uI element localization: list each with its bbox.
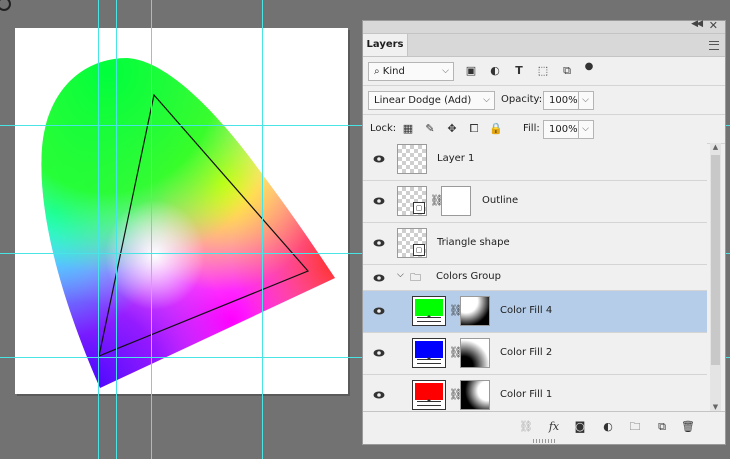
layer-name[interactable]: Layer 1 <box>437 153 474 164</box>
fill-thumbnail <box>412 296 446 326</box>
layer-row[interactable]: ▢ Triangle shape <box>363 223 707 265</box>
smart-object-badge-icon: ▢ <box>413 244 425 256</box>
lock-artboard-icon[interactable]: ⧠ <box>467 122 481 136</box>
fill-thumbnail <box>412 338 446 368</box>
guide-vertical[interactable] <box>151 0 152 459</box>
fill-field[interactable]: 100% ⌵ <box>543 120 594 139</box>
opacity-value: 100% <box>549 95 578 106</box>
filter-toggle-icon[interactable]: ● <box>582 60 596 74</box>
new-group-icon[interactable]: 🗀 <box>628 420 642 434</box>
opacity-field[interactable]: 100% ⌵ <box>543 91 594 110</box>
resize-grip[interactable] <box>533 439 555 443</box>
eye-icon[interactable] <box>373 195 385 207</box>
layer-thumbnail: ▢ <box>397 228 427 258</box>
scrollbar-thumb[interactable] <box>711 155 720 365</box>
eye-icon[interactable] <box>373 237 385 249</box>
fill-color-swatch <box>415 299 443 316</box>
panel-titlebar[interactable]: ◀◀ ✕ <box>363 19 725 34</box>
scroll-up-icon[interactable]: ▲ <box>710 143 721 153</box>
mask-thumbnail[interactable] <box>460 380 490 410</box>
layers-list: Layer 1 ▢ ⛓ Outline ▢ Triangle shape ⌵ 🗀… <box>363 139 707 415</box>
type-filter-icon[interactable]: T <box>512 64 526 78</box>
smart-object-filter-icon[interactable]: ⧉ <box>560 64 574 78</box>
guide-vertical[interactable] <box>98 0 99 459</box>
filter-kind-dropdown[interactable]: ⌕ Kind ⌵ <box>368 62 454 81</box>
mask-thumbnail[interactable] <box>441 186 471 216</box>
panel-bottom-bar: ⛓ fx ◙ ◐ 🗀 ⧉ 🗑 <box>363 411 725 444</box>
canvas-corner-marker <box>0 0 11 11</box>
eye-icon[interactable] <box>373 305 385 317</box>
opacity-label: Opacity: <box>501 94 543 105</box>
lock-image-icon[interactable]: ✎ <box>423 122 437 136</box>
layer-name[interactable]: Color Fill 4 <box>500 305 552 316</box>
blend-row: Linear Dodge (Add) ⌵ Opacity: 100% ⌵ <box>363 86 725 115</box>
adjustment-filter-icon[interactable]: ◐ <box>488 64 502 78</box>
layers-panel: ◀◀ ✕ Layers ⌕ Kind ⌵ ▣ ◐ T ⬚ ⧉ ● Linear … <box>362 19 726 445</box>
smart-object-badge-icon: ▢ <box>413 202 425 214</box>
chevron-down-icon: ⌵ <box>442 66 449 76</box>
layer-row[interactable]: ⛓ Color Fill 2 <box>363 333 707 375</box>
chromaticity-diagram <box>41 58 335 388</box>
lock-position-icon[interactable]: ✥ <box>445 122 459 136</box>
group-row[interactable]: ⌵ 🗀 Colors Group <box>363 265 707 291</box>
chevron-down-icon: ⌵ <box>483 95 490 105</box>
layer-name[interactable]: Color Fill 2 <box>500 347 552 358</box>
group-name[interactable]: Colors Group <box>436 271 501 282</box>
eye-icon[interactable] <box>373 347 385 359</box>
fill-value: 100% <box>549 124 578 135</box>
layer-name[interactable]: Outline <box>482 195 518 206</box>
layer-row-selected[interactable]: ⛓ Color Fill 4 <box>363 291 707 333</box>
trash-icon[interactable]: 🗑 <box>681 420 695 434</box>
fill-color-swatch <box>415 341 443 358</box>
fx-icon[interactable]: fx <box>547 420 561 434</box>
layer-thumbnail <box>397 144 427 174</box>
filter-kind-label: Kind <box>382 66 405 77</box>
eye-icon[interactable] <box>373 389 385 401</box>
panel-menu-icon[interactable] <box>709 41 719 50</box>
blend-mode-value: Linear Dodge (Add) <box>374 95 472 106</box>
chevron-down-icon: ⌵ <box>578 121 589 138</box>
layer-name[interactable]: Triangle shape <box>437 237 510 248</box>
guide-vertical[interactable] <box>116 0 117 459</box>
close-icon[interactable]: ✕ <box>709 19 718 32</box>
lock-transparent-icon[interactable]: ▦ <box>401 122 415 136</box>
layer-row[interactable]: Layer 1 <box>363 139 707 181</box>
chevron-down-icon: ⌵ <box>578 92 589 109</box>
filter-row: ⌕ Kind ⌵ ▣ ◐ T ⬚ ⧉ ● <box>363 57 725 86</box>
collapse-panel-icon[interactable]: ◀◀ <box>691 19 703 29</box>
pixel-filter-icon[interactable]: ▣ <box>464 64 478 78</box>
mask-thumbnail[interactable] <box>460 296 490 326</box>
guide-vertical[interactable] <box>262 0 263 459</box>
fill-thumbnail <box>412 380 446 410</box>
tab-layers[interactable]: Layers <box>363 34 408 56</box>
fill-label: Fill: <box>523 123 540 134</box>
lock-label: Lock: <box>370 123 397 134</box>
panel-tab-row: Layers <box>363 34 725 57</box>
layer-row[interactable]: ⛓ Color Fill 1 <box>363 375 707 415</box>
layer-thumbnail: ▢ <box>397 186 427 216</box>
add-mask-icon[interactable]: ◙ <box>573 420 587 434</box>
layer-name[interactable]: Color Fill 1 <box>500 389 552 400</box>
search-icon: ⌕ <box>374 66 380 77</box>
shape-filter-icon[interactable]: ⬚ <box>536 64 550 78</box>
folder-icon: 🗀 <box>410 271 421 284</box>
blend-mode-dropdown[interactable]: Linear Dodge (Add) ⌵ <box>368 91 495 110</box>
link-layers-icon[interactable]: ⛓ <box>519 420 533 434</box>
layers-scrollbar[interactable]: ▲ ▼ <box>710 143 721 413</box>
new-layer-icon[interactable]: ⧉ <box>655 420 669 434</box>
mask-thumbnail[interactable] <box>460 338 490 368</box>
layer-row[interactable]: ▢ ⛓ Outline <box>363 181 707 223</box>
chevron-down-icon[interactable]: ⌵ <box>397 270 404 280</box>
eye-icon[interactable] <box>373 153 385 165</box>
document-canvas[interactable] <box>15 28 348 394</box>
fill-color-swatch <box>415 383 443 400</box>
new-adjustment-icon[interactable]: ◐ <box>601 420 615 434</box>
eye-icon[interactable] <box>373 272 385 284</box>
lock-all-icon[interactable]: 🔒 <box>489 122 503 136</box>
